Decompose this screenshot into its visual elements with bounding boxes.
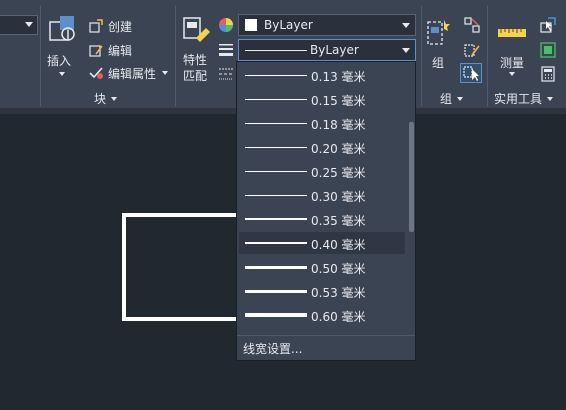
scrollbar-thumb[interactable]	[409, 122, 414, 232]
insert-block-icon	[49, 16, 75, 41]
block-create-icon	[89, 19, 103, 33]
match-properties-icon	[183, 17, 210, 42]
linetype-icon[interactable]	[218, 66, 234, 82]
measure-label: 测量	[500, 56, 525, 70]
edit-attributes-button[interactable]: 编辑属性	[88, 63, 169, 83]
lineweight-item[interactable]: 0.18 毫米	[239, 112, 405, 134]
lineweight-item[interactable]: 0.30 毫米	[239, 184, 405, 206]
utilities-panel-title-text: 实用工具	[494, 92, 543, 106]
block-edit-label: 编辑	[108, 43, 133, 58]
lineweight-sample	[245, 146, 307, 148]
utilities-panel-title[interactable]: 实用工具	[494, 90, 554, 107]
group-panel-title[interactable]: 组	[440, 90, 464, 107]
edit-attributes-label: 编辑属性	[108, 66, 157, 81]
lineweight-item[interactable]: 0.15 毫米	[239, 88, 405, 110]
ungroup-icon[interactable]	[464, 17, 480, 33]
lineweight-item-label: 0.13 毫米	[311, 70, 366, 84]
lineweight-item-label: 0.40 毫米	[311, 238, 366, 252]
lineweight-item[interactable]: 0.53 毫米	[239, 280, 405, 302]
match-properties-label: 特性 匹配	[183, 52, 211, 84]
lineweight-combo[interactable]: ByLayer	[238, 39, 416, 61]
layer-combo-partial[interactable]	[0, 15, 38, 35]
lineweight-item-label: 0.15 毫米	[311, 94, 366, 108]
lineweight-item[interactable]: 0.40 毫米	[239, 232, 405, 254]
lineweight-sample	[245, 74, 307, 76]
lineweight-sample	[245, 194, 307, 196]
match-properties-label-line1: 特性	[183, 53, 208, 67]
panel-separator	[421, 6, 422, 106]
chevron-down-icon	[111, 96, 118, 101]
block-edit-button[interactable]: 编辑	[88, 40, 132, 60]
chevron-down-icon	[402, 23, 410, 28]
color-value: ByLayer	[264, 18, 313, 32]
block-create-label: 创建	[108, 19, 133, 34]
lineweight-sample	[245, 289, 307, 293]
lineweight-item-label: 0.50 毫米	[311, 262, 366, 276]
edit-attributes-icon	[89, 67, 103, 79]
lineweight-item[interactable]: 0.20 毫米	[239, 136, 405, 158]
lineweight-sample	[245, 265, 307, 269]
lineweight-item-label: 0.60 毫米	[311, 310, 366, 324]
count-icon[interactable]	[540, 42, 556, 58]
lineweight-item[interactable]: 0.50 毫米	[239, 256, 405, 278]
match-properties-label-line2: 匹配	[183, 69, 208, 83]
group-icon	[427, 20, 450, 45]
ruler-icon	[498, 29, 526, 37]
lineweight-item-label: 0.53 毫米	[311, 286, 366, 300]
color-combo[interactable]: ByLayer	[238, 14, 416, 36]
insert-block-button[interactable]: 插入	[44, 12, 80, 80]
lineweight-item[interactable]: 0.13 毫米	[239, 64, 405, 86]
block-panel-title-text: 块	[94, 92, 107, 106]
panel-separator	[487, 6, 488, 106]
lineweight-sample	[245, 170, 307, 172]
chevron-down-icon	[457, 96, 464, 101]
lineweight-sample	[245, 122, 307, 124]
insert-label: 插入	[47, 54, 72, 68]
lineweight-settings-item[interactable]: 线宽设置...	[243, 340, 302, 357]
panel-separator	[175, 6, 176, 106]
lineweight-scrollbar[interactable]	[407, 62, 416, 334]
group-edit-icon[interactable]	[464, 42, 480, 58]
chevron-down-icon	[59, 72, 65, 76]
lineweight-item[interactable]: 0.60 毫米	[239, 304, 405, 326]
group-selection-icon[interactable]	[460, 63, 482, 83]
lineweight-item-label: 0.18 毫米	[311, 118, 366, 132]
chevron-down-icon	[402, 48, 410, 53]
lineweight-item-label: 0.35 毫米	[311, 214, 366, 228]
lineweight-sample	[245, 50, 307, 51]
lineweight-item[interactable]: 0.25 毫米	[239, 160, 405, 182]
lineweight-dropdown: 0.13 毫米 0.15 毫米 0.18 毫米 0.20 毫米 0.25 毫米 0.30 …	[236, 61, 416, 361]
chevron-down-icon	[162, 71, 169, 75]
lineweight-sample	[245, 98, 307, 100]
chevron-down-icon	[25, 22, 33, 27]
color-swatch	[245, 19, 257, 31]
color-wheel-icon[interactable]	[218, 17, 234, 33]
group-panel-title-text: 组	[440, 92, 453, 106]
lineweight-sample	[245, 218, 307, 220]
lineweight-sample	[245, 242, 307, 244]
measure-button[interactable]: 测量	[494, 14, 530, 84]
quick-select-icon[interactable]	[540, 17, 556, 33]
dropdown-divider	[237, 335, 415, 336]
lineweight-sample	[245, 313, 307, 317]
lineweight-value: ByLayer	[310, 43, 359, 57]
block-create-button[interactable]: 创建	[88, 16, 132, 36]
calculator-icon[interactable]	[540, 66, 556, 82]
lineweight-item[interactable]: 0.35 毫米	[239, 208, 405, 230]
block-edit-icon	[89, 45, 103, 57]
group-button[interactable]: 组	[426, 14, 450, 90]
match-properties-button[interactable]: 特性 匹配	[180, 14, 214, 86]
lineweight-list: 0.13 毫米 0.15 毫米 0.18 毫米 0.20 毫米 0.25 毫米 0.30 …	[237, 62, 407, 334]
chevron-down-icon	[547, 96, 554, 101]
chevron-down-icon	[509, 72, 515, 76]
group-label: 组	[432, 56, 445, 70]
block-panel-title[interactable]: 块	[94, 90, 118, 107]
panel-separator	[40, 6, 41, 106]
lineweight-item-label: 0.30 毫米	[311, 190, 366, 204]
lineweight-item-label: 0.20 毫米	[311, 142, 366, 156]
lineweight-item-label: 0.25 毫米	[311, 166, 366, 180]
lineweight-icon[interactable]	[218, 42, 234, 58]
